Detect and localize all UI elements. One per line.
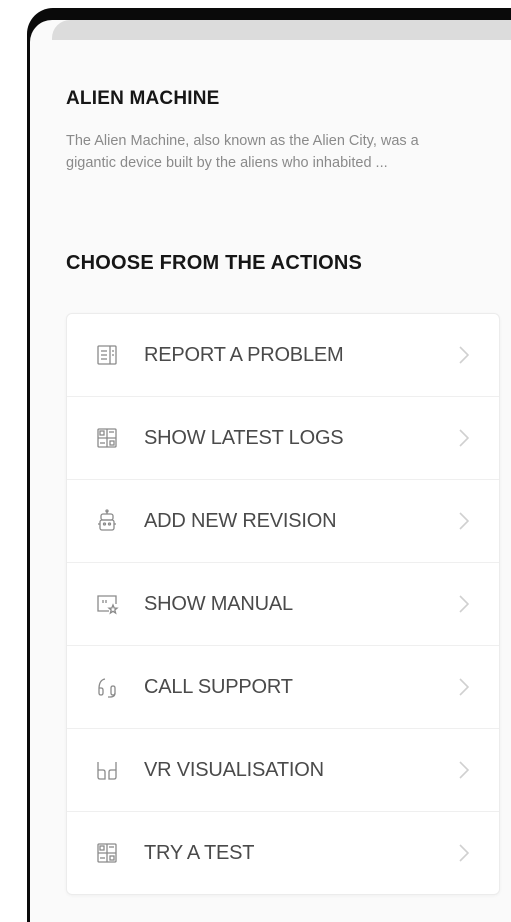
robot-icon xyxy=(94,508,120,534)
action-show-manual[interactable]: SHOW MANUAL xyxy=(67,563,499,646)
actions-list: REPORT A PROBLEM SHOW LATEST LOGS ADD NE… xyxy=(66,313,500,895)
action-show-latest-logs[interactable]: SHOW LATEST LOGS xyxy=(67,397,499,480)
action-label: REPORT A PROBLEM xyxy=(144,343,344,366)
page-title: ALIEN MACHINE xyxy=(66,88,220,109)
chevron-right-icon xyxy=(457,676,471,698)
test-icon xyxy=(94,840,120,866)
headset-icon xyxy=(94,674,120,700)
logs-icon xyxy=(94,425,120,451)
chevron-right-icon xyxy=(457,344,471,366)
action-label: SHOW LATEST LOGS xyxy=(144,426,344,449)
action-add-new-revision[interactable]: ADD NEW REVISION xyxy=(67,480,499,563)
chevron-right-icon xyxy=(457,593,471,615)
action-label: SHOW MANUAL xyxy=(144,592,293,615)
detail-card: ALIEN MACHINE The Alien Machine, also kn… xyxy=(30,20,511,922)
device-frame: ALIEN MACHINE The Alien Machine, also kn… xyxy=(27,8,511,922)
chevron-right-icon xyxy=(457,427,471,449)
action-report-problem[interactable]: REPORT A PROBLEM xyxy=(67,314,499,397)
machine-description: The Alien Machine, also known as the Ali… xyxy=(66,133,419,171)
action-label: TRY A TEST xyxy=(144,841,255,864)
card-top-band xyxy=(52,20,511,40)
action-label: ADD NEW REVISION xyxy=(144,509,337,532)
chevron-right-icon xyxy=(457,759,471,781)
vr-icon xyxy=(94,757,120,783)
chevron-right-icon xyxy=(457,510,471,532)
action-label: CALL SUPPORT xyxy=(144,675,293,698)
action-vr-visualisation[interactable]: VR VISUALISATION xyxy=(67,729,499,812)
report-icon xyxy=(94,342,120,368)
action-label: VR VISUALISATION xyxy=(144,758,324,781)
action-call-support[interactable]: CALL SUPPORT xyxy=(67,646,499,729)
actions-heading: CHOOSE FROM THE ACTIONS xyxy=(66,252,363,274)
manual-icon xyxy=(94,591,120,617)
action-try-a-test[interactable]: TRY A TEST xyxy=(67,812,499,894)
chevron-right-icon xyxy=(457,842,471,864)
